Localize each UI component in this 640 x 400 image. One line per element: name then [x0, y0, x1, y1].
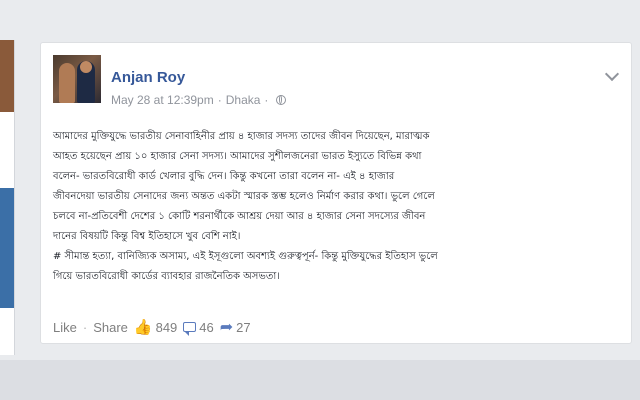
comments-count-value: 46 [199, 319, 214, 335]
shares-count-value: 27 [236, 319, 251, 335]
comments-count[interactable]: 46 [183, 319, 214, 336]
likes-count[interactable]: 👍 849 [134, 318, 177, 336]
meta-separator-2: · [264, 93, 269, 107]
post-body: আমাদের মুক্তিযুদ্ধে ভারতীয় সেনাবাহিনীর … [53, 127, 621, 287]
text-line: গিয়ে ভারতবিরোধী কার্ডের ব্যাবহার রাজনৈত… [53, 271, 280, 282]
left-thumbnail-image-2[interactable] [0, 188, 14, 308]
post-meta: May 28 at 12:39pm · Dhaka · [111, 93, 287, 107]
post-paragraph-1: আমাদের মুক্তিযুদ্ধে ভারতীয় সেনাবাহিনীর … [53, 127, 621, 247]
text-line: বলেন- ভারতবিরোধী কার্ড খেলার বুদ্ধি দেন।… [53, 171, 395, 182]
post-card: Anjan Roy May 28 at 12:39pm · Dhaka · আম… [40, 42, 632, 344]
shares-count[interactable]: ➦ 27 [220, 317, 251, 337]
post-actions: Like · Share 👍 849 46 ➦ 27 [53, 317, 251, 337]
text-line: চলবে না-প্রতিবেশী দেশের ১ কোটি শরনার্থীক… [53, 211, 426, 222]
chevron-down-icon[interactable] [604, 66, 620, 82]
globe-icon[interactable] [276, 95, 287, 105]
page-background-top [0, 0, 640, 38]
avatar-face [80, 61, 92, 73]
likes-count-value: 849 [155, 319, 178, 335]
post-date[interactable]: May 28 at 12:39pm [111, 93, 214, 107]
post-paragraph-2: # সীমান্ত হত্যা, বানিজ্যিক অসাম্য, এই ইস… [53, 247, 621, 287]
share-icon: ➦ [219, 319, 234, 336]
avatar-figure-left [59, 63, 75, 103]
share-button[interactable]: Share [93, 320, 128, 335]
like-button[interactable]: Like [53, 320, 77, 335]
text-line: জীবনদেয়া ভারতীয় সেনাদের জন্য অন্তত একট… [53, 191, 435, 202]
post-location[interactable]: Dhaka [226, 93, 261, 107]
thumbs-up-icon: 👍 [133, 319, 153, 336]
page-background-bottom [0, 360, 640, 400]
actions-separator: · [82, 319, 88, 335]
comment-icon [183, 322, 197, 336]
author-name[interactable]: Anjan Roy [111, 69, 185, 86]
avatar[interactable] [53, 55, 101, 103]
text-line: দানের বিষয়টি কিন্তু বিশ্ব ইতিহাসে খুব ব… [53, 231, 241, 242]
text-line: # সীমান্ত হত্যা, বানিজ্যিক অসাম্য, এই ইস… [53, 251, 438, 262]
text-line: আমাদের মুক্তিযুদ্ধে ভারতীয় সেনাবাহিনীর … [53, 131, 430, 142]
left-thumbnail-image[interactable] [0, 40, 14, 112]
meta-separator: · [217, 93, 222, 107]
text-line: আহত হয়েছেন প্রায় ১০ হাজার সেনা সদস্য। … [53, 151, 422, 162]
